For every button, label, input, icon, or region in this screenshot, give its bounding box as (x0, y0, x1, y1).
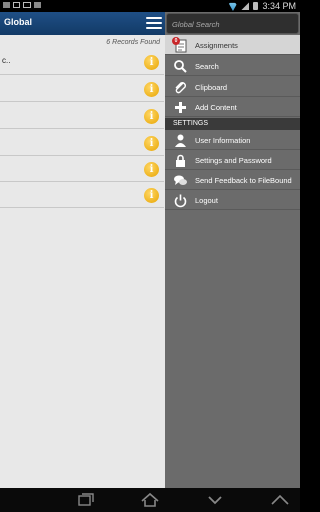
drawer-item-label: Send Feedback to FileBound (195, 176, 292, 185)
list-item[interactable]: i (0, 107, 164, 129)
info-icon[interactable]: i (144, 162, 159, 177)
image-notification-icon (34, 2, 41, 8)
settings-section-header: SETTINGS (165, 118, 300, 130)
user-icon (173, 133, 188, 148)
home-button[interactable] (140, 492, 160, 508)
drawer-item-logout[interactable]: Logout (165, 190, 300, 210)
list-item[interactable]: i (0, 80, 164, 102)
page-title: Global (4, 17, 33, 27)
drawer-item-label: Clipboard (195, 83, 228, 92)
drawer-item-user-information[interactable]: User Information (165, 130, 300, 150)
status-bar: 3:34 PM (0, 0, 300, 12)
list-item[interactable]: i (0, 186, 164, 208)
notification-icons (3, 2, 41, 8)
info-icon[interactable]: i (144, 55, 159, 70)
drawer-item-label: Assignments (195, 41, 238, 50)
drawer-item-settings-password[interactable]: Settings and Password (165, 150, 300, 170)
drawer-item-label: Search (195, 62, 219, 71)
global-search-box (166, 13, 299, 34)
plus-icon (173, 100, 188, 115)
info-icon[interactable]: i (144, 188, 159, 203)
list-item[interactable]: i (0, 160, 164, 182)
list-item[interactable]: c.. i (0, 53, 164, 75)
drawer-item-label: Settings and Password (195, 156, 272, 165)
info-icon[interactable]: i (144, 109, 159, 124)
battery-icon (253, 2, 259, 10)
list-item[interactable]: i (0, 134, 164, 156)
list-item-text: c.. (2, 56, 11, 65)
signal-icon (241, 2, 250, 10)
drawer-item-label: Logout (195, 196, 218, 205)
wifi-icon (228, 2, 237, 10)
lock-icon (173, 153, 188, 168)
menu-icon (146, 17, 162, 19)
drawer-item-add-content[interactable]: Add Content (165, 97, 300, 117)
menu-toggle-button[interactable] (145, 15, 163, 31)
hide-keyboard-button[interactable] (205, 492, 225, 508)
system-navigation-bar (0, 488, 300, 512)
recent-apps-button[interactable] (76, 492, 96, 508)
info-icon[interactable]: i (144, 82, 159, 97)
search-icon (173, 59, 188, 74)
drawer-item-clipboard[interactable]: Clipboard (165, 77, 300, 97)
info-icon[interactable]: i (144, 136, 159, 151)
back-button[interactable] (270, 492, 290, 508)
mail-notification-icon (23, 2, 31, 8)
clock: 3:34 PM (262, 1, 296, 11)
app-screen: 3:34 PM Global 6 Records Found c.. i i i… (0, 0, 300, 512)
gallery-notification-icon (3, 2, 10, 8)
drawer-item-label: Add Content (195, 103, 237, 112)
global-search-input[interactable] (167, 15, 298, 34)
drawer-item-send-feedback[interactable]: Send Feedback to FileBound (165, 170, 300, 190)
drawer-item-assignments[interactable]: 0 Assignments (165, 35, 300, 55)
screenshot-notification-icon (13, 2, 20, 8)
navigation-drawer: 0 Assignments Search Clipboard Add Conte… (165, 12, 300, 488)
assignments-count-badge: 0 (172, 37, 180, 45)
records-count: 6 Records Found (106, 39, 160, 46)
drawer-item-search[interactable]: Search (165, 56, 300, 76)
feedback-icon (173, 173, 188, 188)
drawer-item-label: User Information (195, 136, 251, 145)
power-icon (173, 193, 188, 208)
paperclip-icon (173, 80, 188, 95)
